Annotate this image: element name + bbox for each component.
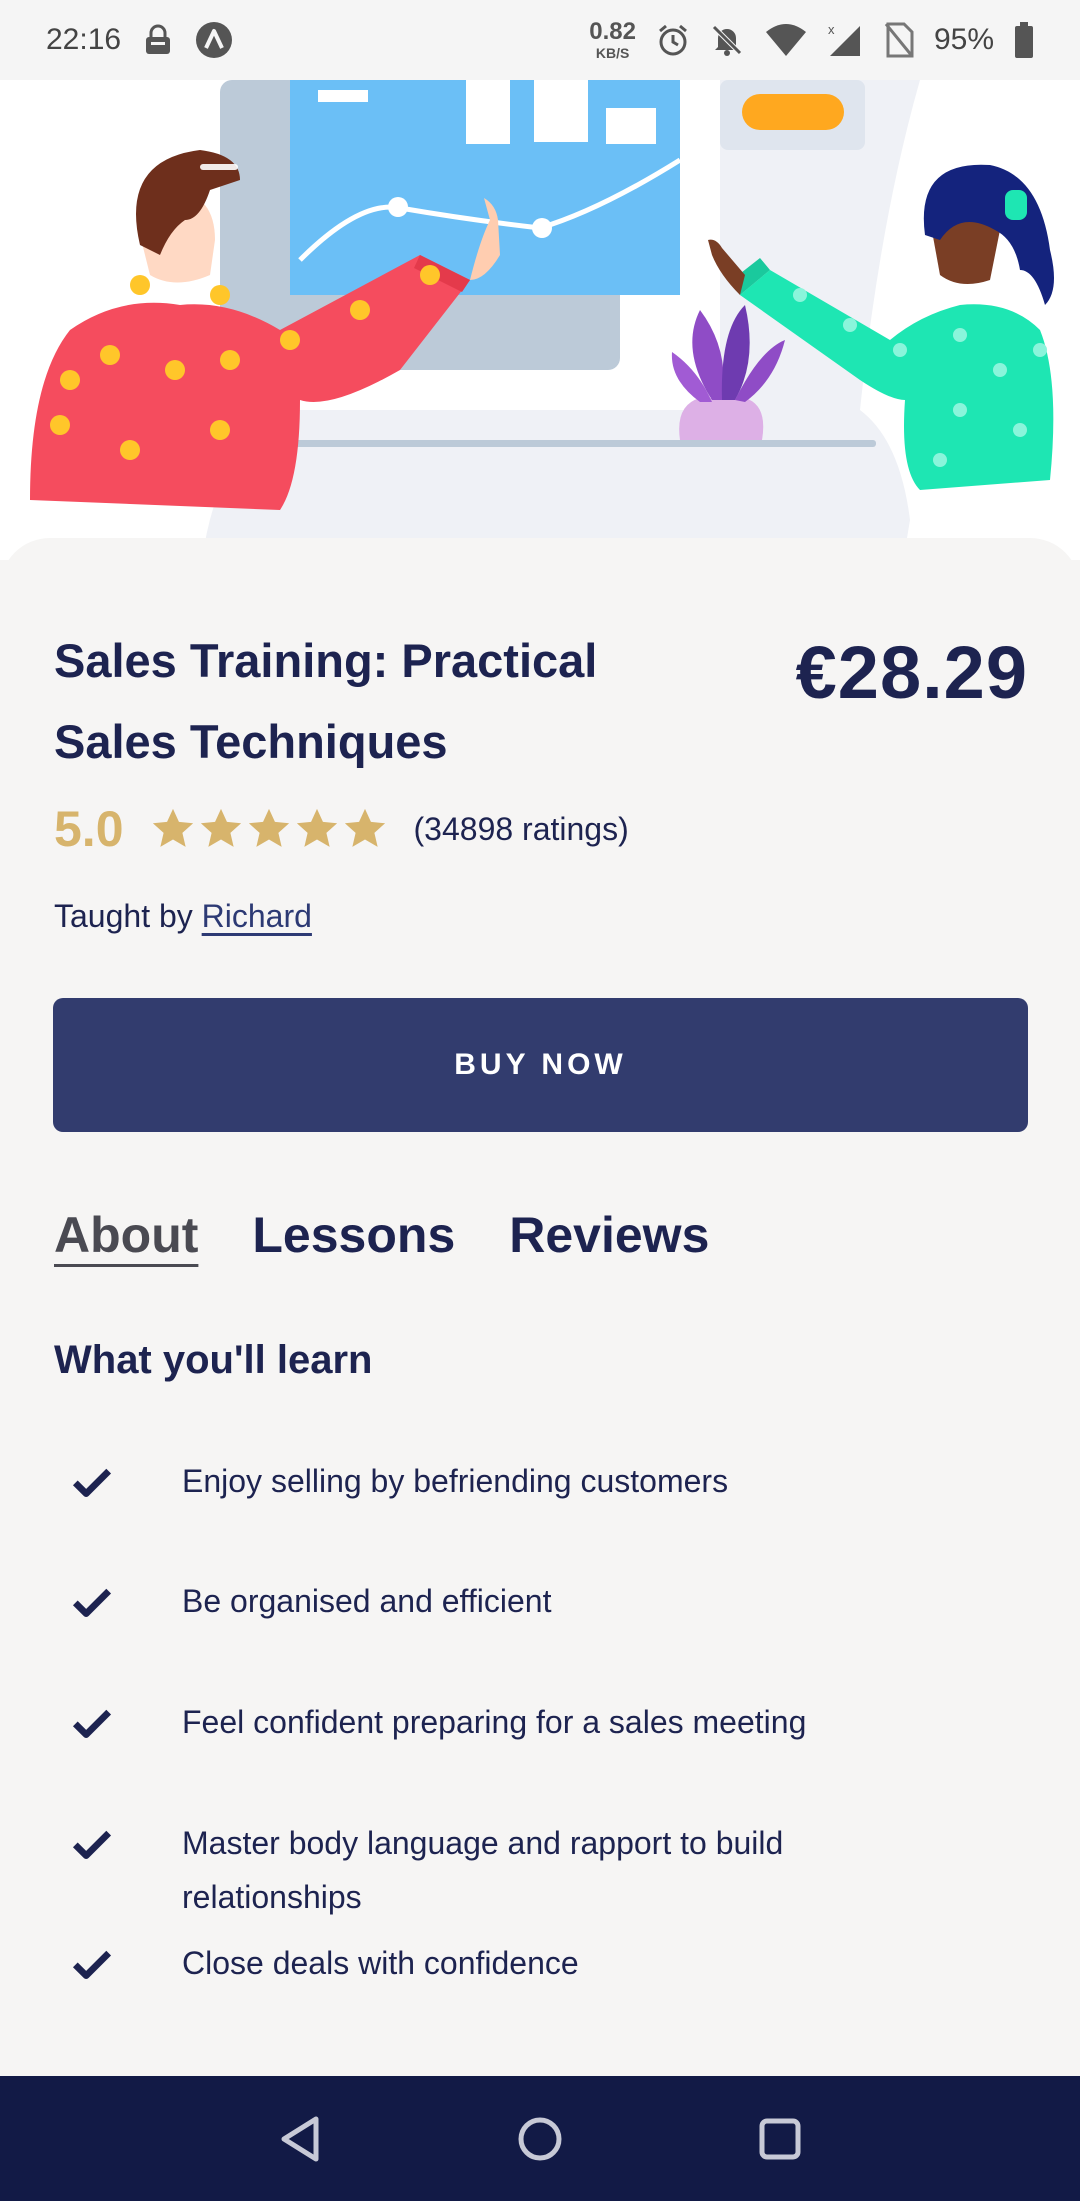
recents-icon (759, 2118, 801, 2159)
rating-row: 5.0 (34898 ratings) (54, 800, 629, 858)
list-item-text: Feel confident preparing for a sales mee… (182, 1704, 807, 1740)
tab-reviews[interactable]: Reviews (509, 1206, 709, 1264)
rating-value: 5.0 (54, 801, 124, 857)
star-icon (296, 808, 337, 847)
back-icon (281, 2116, 319, 2161)
what-you-learn-heading: What you'll learn (54, 1338, 373, 1382)
system-nav-bar (0, 2076, 1080, 2201)
star-icon (344, 808, 385, 847)
list-item: Feel confident preparing for a sales mee… (72, 1695, 922, 1749)
buy-now-button[interactable]: BUY NOW (53, 998, 1028, 1132)
status-time: 22:16 (46, 23, 122, 56)
tab-about[interactable]: About (54, 1206, 198, 1264)
list-item-text: Be organised and efficient (182, 1583, 552, 1619)
list-item: Be organised and efficient (72, 1574, 922, 1628)
home-button[interactable] (510, 2109, 570, 2169)
network-speed: 0.82 KB/S (589, 18, 636, 61)
instructor-line: Taught by Richard (54, 898, 312, 935)
app-icon (195, 21, 233, 59)
check-icon (72, 1588, 112, 1617)
battery-percent: 95% (933, 23, 994, 56)
course-details-card: Sales Training: Practical Sales Techniqu… (0, 538, 1080, 2078)
instructor-link[interactable]: Richard (202, 898, 312, 934)
course-hero-illustration (0, 80, 1080, 560)
status-bar: 22:16 0.82 KB/S x 95% (0, 0, 1080, 80)
star-rating (150, 806, 388, 852)
star-icon (200, 808, 241, 847)
list-item: Master body language and rapport to buil… (72, 1816, 922, 1924)
recents-button[interactable] (750, 2109, 810, 2169)
list-item-text: Master body language and rapport to buil… (182, 1825, 784, 1915)
home-icon (518, 2117, 562, 2160)
svg-text:x: x (828, 22, 835, 37)
check-icon (72, 1709, 112, 1738)
check-icon (72, 1468, 112, 1497)
star-icon (152, 808, 193, 847)
signal-icon: x (828, 22, 864, 58)
wifi-icon (764, 22, 808, 58)
ratings-count: (34898 ratings) (413, 810, 629, 847)
list-item: Close deals with confidence (72, 1936, 922, 1990)
lock-icon (143, 24, 173, 56)
star-icon (248, 808, 289, 847)
list-item: Enjoy selling by befriending customers (72, 1454, 922, 1508)
tab-lessons[interactable]: Lessons (252, 1206, 455, 1264)
no-sim-icon (884, 22, 914, 58)
mute-icon (710, 23, 744, 57)
check-icon (72, 1950, 112, 1979)
course-price: €28.29 (795, 631, 1028, 714)
battery-icon (1014, 22, 1034, 58)
list-item-text: Enjoy selling by befriending customers (182, 1463, 729, 1499)
alarm-icon (656, 23, 690, 57)
back-button[interactable] (270, 2109, 330, 2169)
course-tabs: About Lessons Reviews (54, 1206, 709, 1264)
course-title: Sales Training: Practical Sales Techniqu… (54, 634, 598, 768)
taught-by-label: Taught by (54, 898, 193, 934)
list-item-text: Close deals with confidence (182, 1945, 579, 1981)
check-icon (72, 1830, 112, 1859)
